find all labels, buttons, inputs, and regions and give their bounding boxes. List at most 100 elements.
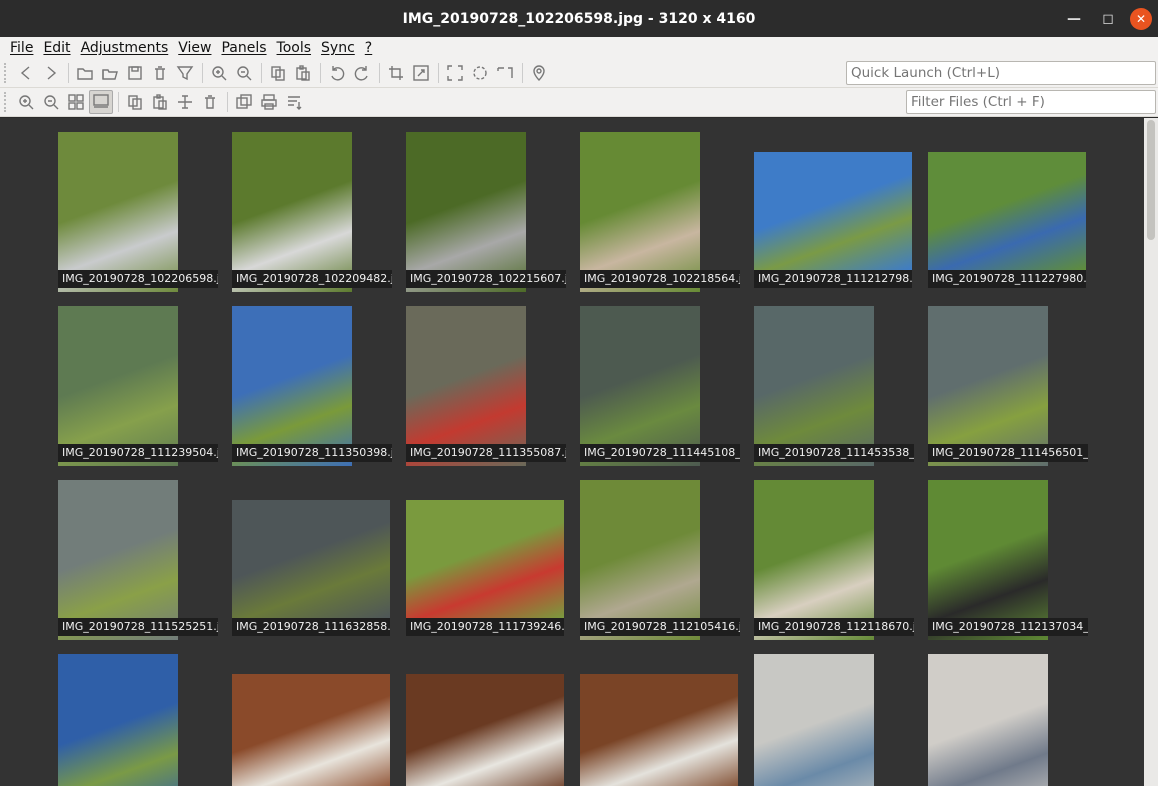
thumbnail-image[interactable] bbox=[928, 480, 1048, 640]
thumbnail-cell[interactable]: IMG_20190728_111227980.jpg bbox=[928, 132, 1092, 302]
thumbnail-cell[interactable] bbox=[580, 654, 744, 786]
forward-arrow-icon[interactable] bbox=[39, 61, 63, 85]
thumbnail-filename: IMG_20190728_102206598.jpg bbox=[58, 270, 218, 288]
menu-edit[interactable]: Edit bbox=[43, 40, 70, 56]
thumbnail-cell[interactable]: IMG_20190728_111355087.jpg bbox=[406, 306, 570, 476]
rotate-right-icon[interactable] bbox=[350, 61, 374, 85]
window-controls: — ◻ ✕ bbox=[1054, 0, 1158, 37]
zoom-out-icon[interactable] bbox=[232, 61, 256, 85]
select-icon[interactable] bbox=[443, 61, 467, 85]
thumbnail-cell[interactable]: IMG_20190728_102206598.jpg bbox=[58, 132, 222, 302]
print-icon[interactable] bbox=[257, 90, 281, 114]
thumbnail-browser[interactable]: IMG_20190728_102206598.jpg IMG_20190728_1… bbox=[0, 118, 1144, 786]
crop-icon[interactable] bbox=[384, 61, 408, 85]
thumbnail-image[interactable] bbox=[754, 306, 874, 466]
resize-icon[interactable] bbox=[409, 61, 433, 85]
thumbnail-image[interactable] bbox=[928, 306, 1048, 466]
delete-icon[interactable] bbox=[198, 90, 222, 114]
thumbnail-image[interactable] bbox=[754, 152, 912, 270]
grid-view-icon[interactable] bbox=[64, 90, 88, 114]
rename-icon[interactable] bbox=[173, 90, 197, 114]
filter-files-input[interactable] bbox=[906, 90, 1156, 114]
thumbnail-image[interactable] bbox=[406, 306, 526, 466]
back-arrow-icon[interactable] bbox=[14, 61, 38, 85]
scrollbar-thumb[interactable] bbox=[1147, 120, 1155, 240]
thumbnail-image[interactable] bbox=[58, 306, 178, 466]
lasso-icon[interactable] bbox=[468, 61, 492, 85]
zoom-in-icon[interactable] bbox=[207, 61, 231, 85]
thumbnail-cell[interactable]: IMG_20190728_111212798.jpg bbox=[754, 132, 918, 302]
thumbnail-cell[interactable]: IMG_20190728_102215607.jpg bbox=[406, 132, 570, 302]
rotate-left-icon[interactable] bbox=[325, 61, 349, 85]
quick-launch-input[interactable] bbox=[846, 61, 1156, 85]
maximize-icon[interactable]: ◻ bbox=[1094, 0, 1122, 37]
thumbnail-cell[interactable]: IMG_20190728_102218564.jpg bbox=[580, 132, 744, 302]
menu-view[interactable]: View bbox=[178, 40, 211, 56]
thumbnail-image[interactable] bbox=[580, 132, 700, 292]
location-pin-icon[interactable] bbox=[527, 61, 551, 85]
minimize-icon[interactable]: — bbox=[1060, 0, 1088, 37]
thumbnail-image[interactable] bbox=[754, 480, 874, 640]
toolbar-separator bbox=[227, 92, 228, 112]
thumbnail-cell[interactable] bbox=[232, 654, 396, 786]
close-icon[interactable]: ✕ bbox=[1130, 7, 1152, 30]
thumbnail-cell[interactable]: IMG_20190728_102209482.jpg bbox=[232, 132, 396, 302]
thumbnail-image[interactable] bbox=[58, 132, 178, 292]
title-bar: IMG_20190728_102206598.jpg - 3120 x 4160… bbox=[0, 0, 1158, 37]
thumbnail-cell[interactable]: IMG_20190728_112137034_HD bbox=[928, 480, 1092, 650]
thumbnail-cell[interactable]: IMG_20190728_111739246.jpg bbox=[406, 480, 570, 650]
sort-icon[interactable] bbox=[282, 90, 306, 114]
thumbnail-cell[interactable]: IMG_20190728_111632858.jpg bbox=[232, 480, 396, 650]
thumbnail-image[interactable] bbox=[580, 480, 700, 640]
thumbnail-image[interactable] bbox=[406, 132, 526, 292]
toolbar-grip[interactable] bbox=[4, 63, 10, 83]
convert-icon[interactable] bbox=[232, 90, 256, 114]
open-file-icon[interactable] bbox=[98, 61, 122, 85]
zoom-out-icon[interactable] bbox=[39, 90, 63, 114]
open-folder-icon[interactable] bbox=[73, 61, 97, 85]
zoom-in-icon[interactable] bbox=[14, 90, 38, 114]
thumbnail-cell[interactable] bbox=[406, 654, 570, 786]
thumbnail-image[interactable] bbox=[928, 654, 1048, 786]
thumbnail-cell[interactable]: IMG_20190728_111350398.jpg bbox=[232, 306, 396, 476]
thumbnail-image[interactable] bbox=[58, 654, 178, 786]
thumbnail-image[interactable] bbox=[580, 306, 700, 466]
thumbnail-cell[interactable]: IMG_20190728_112118670.jpg bbox=[754, 480, 918, 650]
thumbnail-cell[interactable]: IMG_20190728_111525251.jpg bbox=[58, 480, 222, 650]
thumbnail-cell[interactable]: IMG_20190728_111239504.jpg bbox=[58, 306, 222, 476]
filter-icon[interactable] bbox=[173, 61, 197, 85]
thumbnail-image[interactable] bbox=[754, 654, 874, 786]
menu-adjustments[interactable]: Adjustments bbox=[81, 40, 169, 56]
thumbnail-image[interactable] bbox=[406, 674, 564, 786]
paste-icon[interactable] bbox=[148, 90, 172, 114]
copy-icon[interactable] bbox=[266, 61, 290, 85]
paste-icon[interactable] bbox=[291, 61, 315, 85]
thumbnail-image[interactable] bbox=[232, 674, 390, 786]
save-icon[interactable] bbox=[123, 61, 147, 85]
thumbnail-cell[interactable] bbox=[928, 654, 1092, 786]
thumbnail-image[interactable] bbox=[232, 306, 352, 466]
menu-file[interactable]: File bbox=[10, 40, 33, 56]
thumbnail-cell[interactable]: IMG_20190728_111445108_BU bbox=[580, 306, 744, 476]
vertical-scrollbar[interactable] bbox=[1144, 118, 1158, 786]
crop-ratio-icon[interactable] bbox=[493, 61, 517, 85]
thumbnail-image[interactable] bbox=[232, 132, 352, 292]
menu-tools[interactable]: Tools bbox=[277, 40, 312, 56]
menu-sync[interactable]: Sync bbox=[321, 40, 355, 56]
thumbnail-image[interactable] bbox=[58, 480, 178, 640]
menu-help[interactable]: ? bbox=[365, 40, 372, 56]
toolbar-grip[interactable] bbox=[4, 92, 10, 112]
thumbnail-image[interactable] bbox=[580, 674, 738, 786]
thumbnail-cell[interactable]: IMG_20190728_111456501_BU bbox=[928, 306, 1092, 476]
thumbnail-cell[interactable] bbox=[754, 654, 918, 786]
delete-icon[interactable] bbox=[148, 61, 172, 85]
thumbnail-image[interactable] bbox=[232, 500, 390, 618]
thumbnail-cell[interactable] bbox=[58, 654, 222, 786]
thumbnail-cell[interactable]: IMG_20190728_111453538_BU bbox=[754, 306, 918, 476]
copy-icon[interactable] bbox=[123, 90, 147, 114]
thumbnail-cell[interactable]: IMG_20190728_112105416.jpg bbox=[580, 480, 744, 650]
thumbnail-image[interactable] bbox=[928, 152, 1086, 270]
thumbnail-image[interactable] bbox=[406, 500, 564, 618]
filmstrip-view-icon[interactable] bbox=[89, 90, 113, 114]
menu-panels[interactable]: Panels bbox=[221, 40, 266, 56]
